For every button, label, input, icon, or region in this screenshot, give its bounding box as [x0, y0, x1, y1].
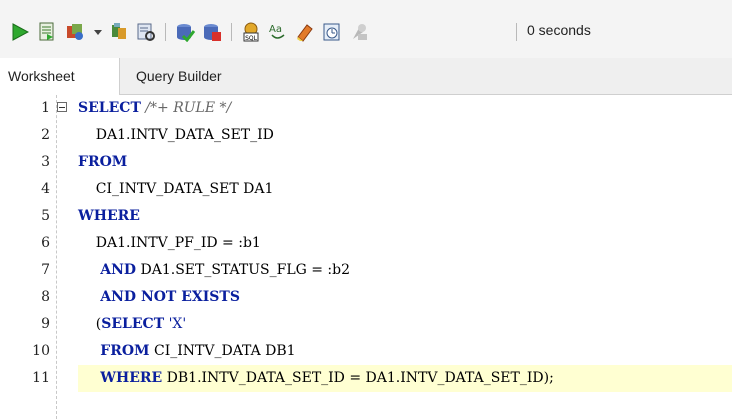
code-line[interactable]: 5 WHERE	[0, 203, 732, 230]
code-line[interactable]: 4 CI_INTV_DATA_SET DA1	[0, 176, 732, 203]
sql-worksheet-history-icon[interactable]	[321, 20, 343, 44]
sql-token: DB1.INTV_DATA_SET_ID = DA1.INTV_DATA_SET…	[162, 370, 554, 386]
toolbar-separator	[231, 23, 232, 41]
worksheet-toolbar: SQL Aa 0 seconds	[0, 0, 732, 58]
svg-text:Aa: Aa	[269, 24, 282, 35]
line-number: 3	[41, 154, 50, 170]
code-line[interactable]: 9 (SELECT 'X'	[0, 311, 732, 338]
sql-keyword: SELECT	[101, 316, 165, 332]
sql-token: DA1.INTV_DATA_SET_ID	[78, 127, 274, 143]
explain-plan-icon[interactable]	[108, 20, 130, 44]
code-line[interactable]: 3 FROM	[0, 149, 732, 176]
sql-keyword: SELECT	[78, 100, 141, 116]
code-line[interactable]: 2 DA1.INTV_DATA_SET_ID	[0, 122, 732, 149]
tab-worksheet[interactable]: Worksheet	[0, 58, 120, 95]
autotrace-icon[interactable]	[64, 20, 88, 44]
code-text: AND DA1.SET_STATUS_FLG = :b2	[78, 262, 350, 278]
code-text: AND NOT EXISTS	[78, 289, 240, 305]
code-line[interactable]: 8 AND NOT EXISTS	[0, 284, 732, 311]
commit-icon[interactable]	[174, 20, 196, 44]
sql-string: 'X'	[164, 316, 187, 332]
code-line[interactable]: 6 DA1.INTV_PF_ID = :b1	[0, 230, 732, 257]
sql-token: CI_INTV_DATA_SET DA1	[78, 181, 274, 197]
sql-keyword: WHERE	[100, 370, 163, 386]
code-text: DA1.INTV_DATA_SET_ID	[78, 127, 274, 143]
code-line[interactable]: 1 SELECT /*+ RULE */	[0, 95, 732, 122]
code-text: WHERE	[78, 208, 140, 224]
fold-collapse-icon[interactable]	[57, 102, 67, 112]
toolbar-separator	[516, 23, 517, 41]
sql-comment: /*+ RULE */	[140, 100, 232, 116]
sql-keyword: FROM	[78, 154, 128, 170]
sql-keyword: AND	[100, 262, 137, 278]
code-text: DA1.INTV_PF_ID = :b1	[78, 235, 261, 251]
sql-token: DA1.SET_STATUS_FLG = :b2	[136, 262, 351, 278]
svg-text:SQL: SQL	[245, 35, 258, 42]
to-upper-lower-icon[interactable]: Aa	[267, 20, 289, 44]
code-line[interactable]: 10 FROM CI_INTV_DATA DB1	[0, 338, 732, 365]
run-script-icon[interactable]	[37, 20, 57, 44]
line-number: 4	[41, 181, 50, 197]
line-number: 5	[41, 208, 50, 224]
code-text: WHERE DB1.INTV_DATA_SET_ID = DA1.INTV_DA…	[78, 370, 554, 386]
code-text: SELECT /*+ RULE */	[78, 100, 231, 116]
sql-editor[interactable]: 1 SELECT /*+ RULE */ 2 DA1.INTV_DATA_SET_I…	[0, 95, 732, 419]
tab-query-builder[interactable]: Query Builder	[136, 58, 222, 94]
sql-token: CI_INTV_DATA DB1	[149, 343, 296, 359]
sql-keyword: WHERE	[78, 208, 140, 224]
line-number: 7	[41, 262, 50, 278]
worksheet-tab-bar: Worksheet Query Builder	[0, 58, 732, 95]
line-number: 10	[32, 343, 50, 359]
run-statement-icon[interactable]	[10, 20, 30, 44]
line-number: 8	[41, 289, 50, 305]
sql-history-icon[interactable]: SQL	[240, 20, 262, 44]
sql-keyword: AND NOT EXISTS	[100, 289, 240, 305]
code-text: (SELECT 'X'	[78, 316, 186, 332]
line-number: 2	[41, 127, 50, 143]
code-text: FROM	[78, 154, 127, 170]
code-text: CI_INTV_DATA_SET DA1	[78, 181, 274, 197]
sql-token: (	[78, 316, 102, 332]
code-text: FROM CI_INTV_DATA DB1	[78, 343, 296, 359]
line-number: 6	[41, 235, 50, 251]
code-line[interactable]: 11 WHERE DB1.INTV_DATA_SET_ID = DA1.INTV…	[0, 365, 732, 392]
dropdown-arrow-icon[interactable]	[92, 20, 104, 44]
line-number: 1	[41, 100, 50, 116]
sql-token: DA1.INTV_PF_ID = :b1	[78, 235, 261, 251]
code-line[interactable]: 7 AND DA1.SET_STATUS_FLG = :b2	[0, 257, 732, 284]
sql-tuning-icon[interactable]	[135, 20, 157, 44]
rollback-icon[interactable]	[201, 20, 223, 44]
disabled-tool-icon	[348, 20, 370, 44]
sql-keyword: FROM	[100, 343, 150, 359]
execution-time-label: 0 seconds	[527, 22, 591, 38]
line-number: 11	[32, 370, 50, 386]
clear-icon[interactable]	[294, 20, 316, 44]
toolbar-separator	[165, 23, 166, 41]
line-number: 9	[41, 316, 50, 332]
